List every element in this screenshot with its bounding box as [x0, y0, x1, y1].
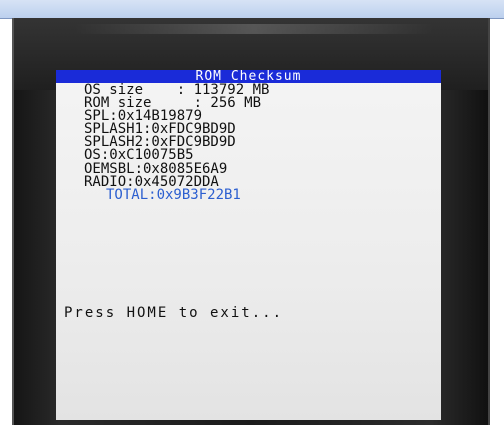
total-checksum-line: TOTAL:0x9B3F22B1 — [106, 187, 241, 203]
exit-prompt: Press HOME to exit... — [64, 305, 284, 321]
bezel-highlight — [74, 24, 434, 34]
window-top-bar — [0, 0, 504, 19]
phone-screen: ROM Checksum OS size : 113792 MB ROM siz… — [56, 70, 441, 420]
photo: ROM Checksum OS size : 113792 MB ROM siz… — [0, 0, 504, 425]
